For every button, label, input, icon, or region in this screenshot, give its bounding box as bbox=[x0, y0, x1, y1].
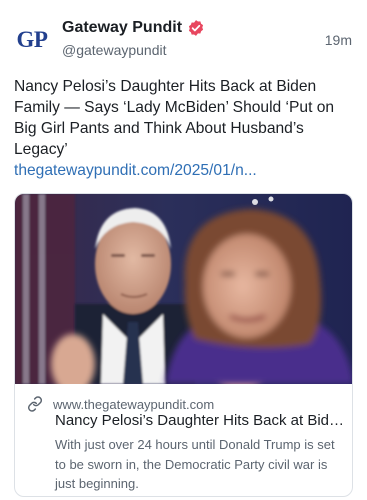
card-domain: www.thegatewaypundit.com bbox=[53, 396, 215, 412]
author-name-row: Gateway Pundit bbox=[62, 19, 205, 37]
card-title[interactable]: Nancy Pelosi’s Daughter Hits Back at Bid… bbox=[55, 412, 347, 429]
post[interactable]: GP Gateway Pundit @gatewaypundit 19m Nan… bbox=[0, 0, 367, 500]
card-description: With just over 24 hours until Donald Tru… bbox=[55, 437, 335, 491]
card-image bbox=[15, 194, 352, 384]
display-name[interactable]: Gateway Pundit bbox=[62, 19, 182, 37]
timestamp[interactable]: 19m bbox=[325, 32, 352, 48]
post-link[interactable]: thegatewaypundit.com/2025/01/n... bbox=[14, 160, 257, 181]
post-text: Nancy Pelosi’s Daughter Hits Back at Bid… bbox=[14, 78, 335, 158]
avatar-logo: GP bbox=[16, 27, 48, 52]
handle[interactable]: @gatewaypundit bbox=[62, 42, 167, 58]
avatar[interactable]: GP bbox=[12, 20, 52, 60]
link-icon bbox=[27, 396, 43, 412]
card-domain-row: www.thegatewaypundit.com bbox=[27, 396, 214, 412]
link-preview-card[interactable]: www.thegatewaypundit.com Nancy Pelosi’s … bbox=[14, 193, 353, 497]
verified-badge-icon bbox=[188, 20, 204, 36]
